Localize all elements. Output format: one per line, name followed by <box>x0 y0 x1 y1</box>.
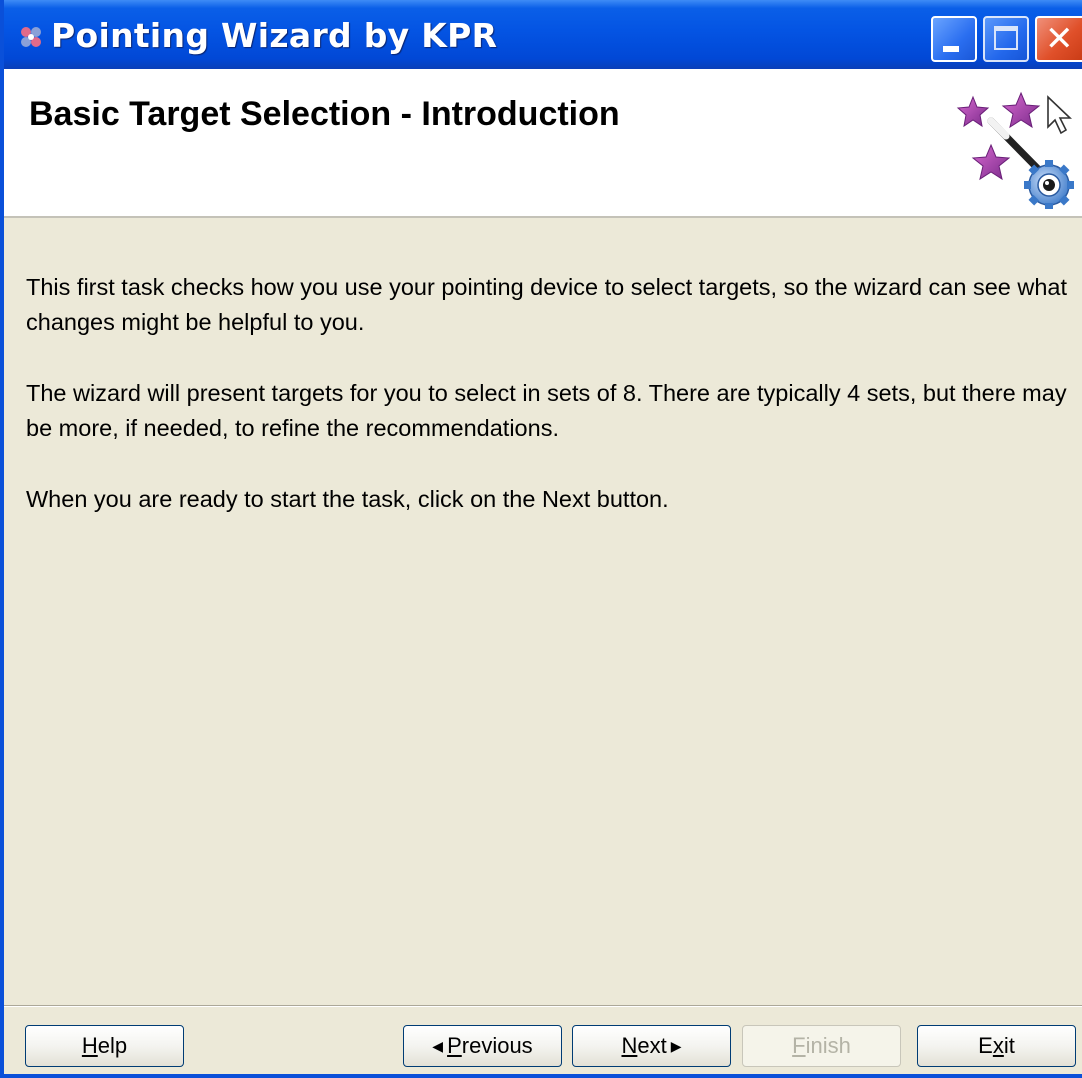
minimize-icon <box>943 46 959 52</box>
intro-paragraph: When you are ready to start the task, cl… <box>26 486 669 512</box>
page-title: Basic Target Selection - Introduction <box>29 95 620 133</box>
right-arrow-icon: ▶ <box>670 1037 682 1054</box>
footer-divider <box>4 1005 1082 1007</box>
previous-label: revious <box>461 1033 533 1058</box>
maximize-icon <box>994 26 1018 50</box>
close-icon: ✕ <box>1045 19 1074 59</box>
wizard-header: Basic Target Selection - Introduction <box>4 69 1082 218</box>
next-label: ext <box>637 1033 667 1058</box>
help-label: elp <box>97 1033 128 1058</box>
exit-label-start: E <box>978 1033 993 1058</box>
minimize-button[interactable] <box>931 16 977 62</box>
close-button[interactable]: ✕ <box>1035 16 1082 62</box>
app-icon <box>21 27 41 47</box>
previous-button[interactable]: ◀ Previous <box>403 1025 562 1067</box>
title-bar[interactable]: Pointing Wizard by KPR ✕ <box>4 0 1082 69</box>
finish-button[interactable]: Finish <box>742 1025 901 1067</box>
wizard-wand-stars-icon <box>956 91 1074 209</box>
left-arrow-icon: ◀ <box>432 1037 444 1054</box>
window-title: Pointing Wizard by KPR <box>51 16 498 55</box>
exit-mnemonic: x <box>992 1033 1004 1058</box>
intro-paragraph: The wizard will present targets for you … <box>26 380 1067 441</box>
previous-mnemonic: P <box>447 1033 462 1058</box>
finish-label: inish <box>805 1033 851 1058</box>
next-button[interactable]: Next ▶ <box>572 1025 731 1067</box>
next-mnemonic: N <box>621 1033 638 1058</box>
exit-label-end: it <box>1003 1033 1015 1058</box>
help-mnemonic: H <box>81 1033 98 1058</box>
wizard-window: Pointing Wizard by KPR ✕ Basic Target Se… <box>0 0 1082 1078</box>
exit-button[interactable]: Ex it <box>917 1025 1076 1067</box>
finish-mnemonic: F <box>792 1033 806 1058</box>
maximize-button[interactable] <box>983 16 1029 62</box>
help-button[interactable]: Help <box>25 1025 184 1067</box>
intro-content: This first task checks how you use your … <box>26 270 1071 553</box>
intro-paragraph: This first task checks how you use your … <box>26 274 1068 335</box>
